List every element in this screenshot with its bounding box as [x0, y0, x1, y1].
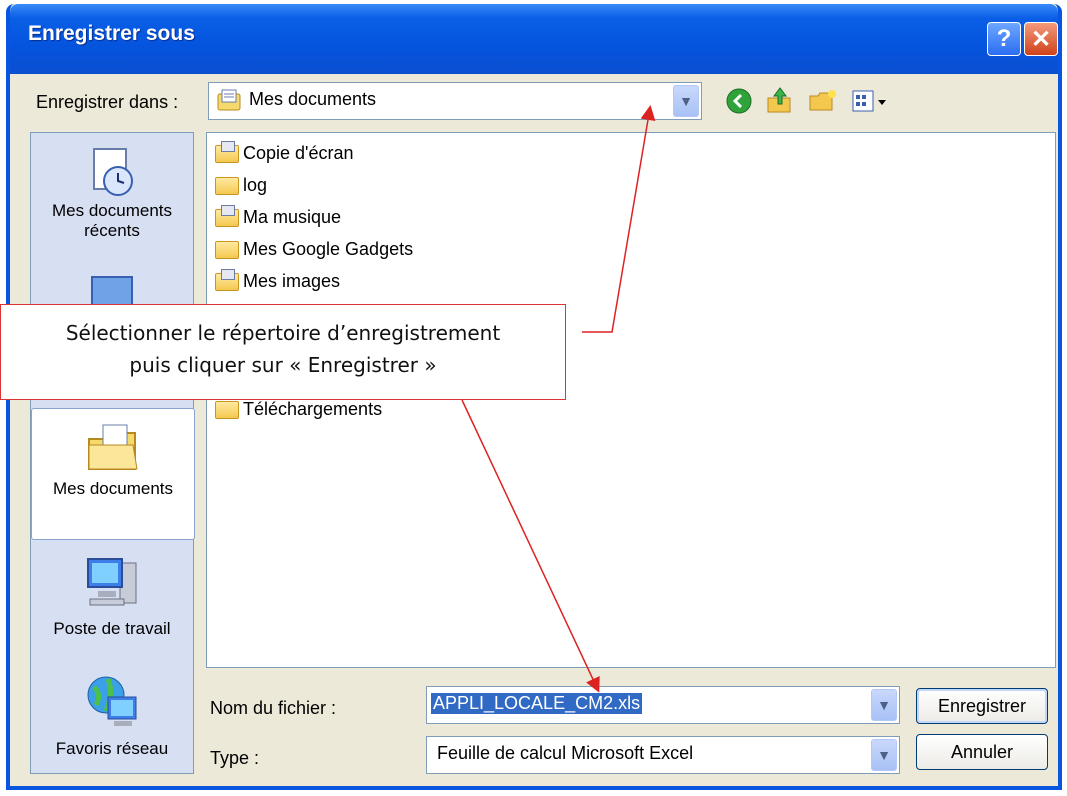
- annotation-arrows: [461, 105, 656, 693]
- arrow-to-filename: [461, 399, 600, 693]
- arrow-to-location: [582, 105, 656, 333]
